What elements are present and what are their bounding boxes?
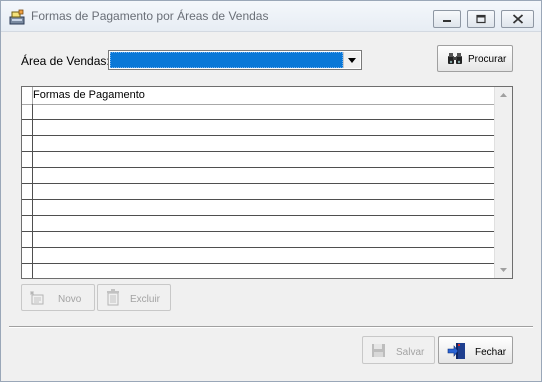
row-indicator[interactable] bbox=[22, 200, 33, 215]
table-row[interactable] bbox=[22, 104, 494, 120]
trash-icon bbox=[107, 289, 119, 306]
area-select-value bbox=[110, 52, 343, 68]
payment-methods-grid[interactable]: Formas de Pagamento bbox=[21, 86, 513, 279]
table-row[interactable] bbox=[22, 152, 494, 168]
row-indicator[interactable] bbox=[22, 248, 33, 263]
area-label: Área de Vendas: bbox=[21, 54, 110, 68]
table-row[interactable] bbox=[22, 216, 494, 232]
table-row[interactable] bbox=[22, 168, 494, 184]
row-indicator[interactable] bbox=[22, 152, 33, 167]
chevron-down-icon bbox=[348, 58, 356, 63]
row-indicator[interactable] bbox=[22, 120, 33, 135]
save-button[interactable]: Salvar bbox=[362, 336, 435, 364]
row-indicator[interactable] bbox=[22, 104, 33, 119]
column-header-payment-methods[interactable]: Formas de Pagamento bbox=[33, 89, 145, 101]
scroll-down-icon bbox=[500, 268, 507, 272]
row-indicator[interactable] bbox=[22, 168, 33, 183]
scroll-up-button[interactable] bbox=[495, 87, 512, 104]
minimize-icon bbox=[443, 20, 451, 22]
search-button-label: Procurar bbox=[468, 54, 507, 65]
scroll-up-icon bbox=[500, 93, 507, 97]
close-icon bbox=[512, 14, 523, 24]
delete-button[interactable]: Excluir bbox=[97, 284, 171, 311]
title-bar[interactable]: Formas de Pagamento por Áreas de Vendas bbox=[1, 1, 541, 32]
floppy-disk-icon bbox=[372, 344, 385, 357]
area-select[interactable] bbox=[108, 50, 362, 70]
new-button[interactable]: Novo bbox=[21, 284, 95, 311]
table-row[interactable] bbox=[22, 120, 494, 136]
table-row[interactable] bbox=[22, 232, 494, 248]
search-button[interactable]: Procurar bbox=[437, 45, 513, 72]
new-record-icon bbox=[30, 291, 44, 305]
cash-register-icon bbox=[9, 9, 25, 25]
row-indicator[interactable] bbox=[22, 216, 33, 231]
table-row[interactable] bbox=[22, 136, 494, 152]
close-button[interactable]: Fechar bbox=[438, 336, 513, 364]
app-window: Formas de Pagamento por Áreas de Vendas … bbox=[0, 0, 542, 382]
delete-button-label: Excluir bbox=[130, 294, 161, 305]
scroll-down-button[interactable] bbox=[495, 261, 512, 278]
close-button-label: Fechar bbox=[475, 347, 507, 358]
footer-divider bbox=[9, 326, 533, 328]
binoculars-icon bbox=[448, 53, 462, 64]
row-indicator[interactable] bbox=[22, 136, 33, 151]
row-indicator bbox=[22, 264, 33, 278]
table-row[interactable] bbox=[22, 248, 494, 264]
new-button-label: Novo bbox=[58, 294, 82, 305]
minimize-button[interactable] bbox=[433, 10, 461, 28]
grid-header: Formas de Pagamento bbox=[22, 87, 494, 105]
table-row[interactable] bbox=[22, 200, 494, 216]
save-button-label: Salvar bbox=[396, 347, 425, 358]
vertical-scrollbar[interactable] bbox=[494, 87, 512, 278]
window-title: Formas de Pagamento por Áreas de Vendas bbox=[31, 9, 269, 23]
row-indicator[interactable] bbox=[22, 232, 33, 247]
dropdown-arrow-button[interactable] bbox=[343, 52, 360, 68]
maximize-button[interactable] bbox=[467, 10, 495, 28]
row-indicator-header bbox=[22, 87, 33, 104]
table-row[interactable] bbox=[22, 184, 494, 200]
close-window-button[interactable] bbox=[501, 10, 534, 28]
row-indicator[interactable] bbox=[22, 184, 33, 199]
exit-door-icon bbox=[447, 343, 465, 359]
maximize-icon bbox=[476, 14, 486, 24]
